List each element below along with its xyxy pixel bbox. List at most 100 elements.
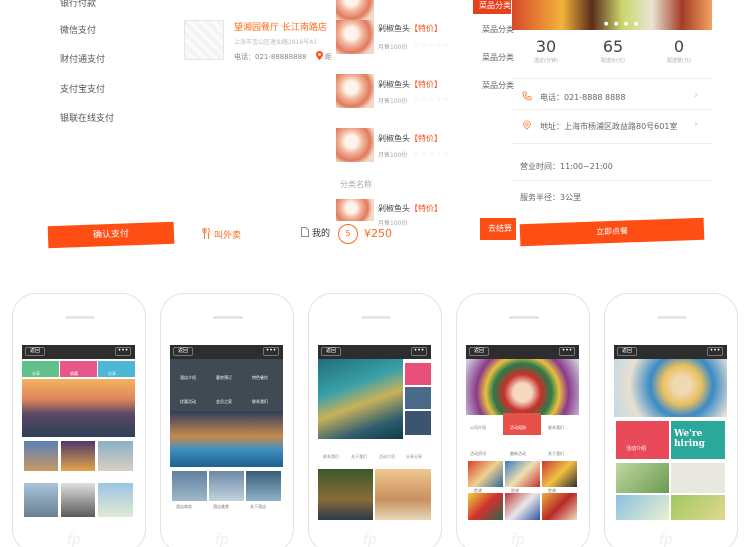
photo-tile[interactable] (209, 471, 244, 501)
grid-label[interactable]: 关于我们 (548, 451, 564, 457)
fork-knife-icon (202, 227, 210, 239)
photo-tile[interactable] (616, 495, 669, 520)
mine-link[interactable]: 我的 (301, 226, 330, 239)
grid-label[interactable]: 公司介绍 (470, 425, 486, 431)
highlight-tile[interactable] (503, 413, 541, 435)
dish-image[interactable] (336, 0, 374, 20)
dish-sales: 月售100份 (378, 98, 408, 105)
grid-label[interactable]: 优惠活动 (180, 399, 196, 405)
more-button[interactable]: ••• (559, 347, 575, 356)
photo-tile[interactable] (505, 461, 540, 487)
grid-label[interactable]: 活动资讯 (470, 451, 486, 457)
shop-name[interactable]: 望湘园餐厅 长江南路店 (234, 20, 327, 33)
resort-photo[interactable] (22, 379, 135, 437)
payment-item-partial[interactable]: 银行付款 (60, 0, 96, 9)
dish-image[interactable] (336, 128, 374, 162)
dish-title[interactable]: 剁椒鱼头【特价】 (378, 203, 442, 214)
grid-label[interactable]: 最新活动 (510, 451, 526, 457)
photo-tile[interactable] (468, 493, 503, 520)
hotel-pool-photo[interactable] (170, 411, 283, 467)
side-tile[interactable] (405, 363, 431, 385)
grid-label[interactable]: 酒店介绍 (180, 375, 196, 381)
dish-image[interactable] (336, 20, 374, 54)
cart-count-badge[interactable]: 5 (338, 224, 358, 244)
photo-tile[interactable] (246, 471, 281, 501)
location-icon (523, 120, 531, 130)
more-button[interactable]: ••• (115, 347, 131, 356)
photo-tile[interactable] (542, 493, 577, 520)
store-phone[interactable]: 电话：021-8888 8888 (540, 92, 625, 103)
side-tile[interactable] (405, 387, 431, 409)
photo-tile[interactable] (671, 463, 725, 493)
photo-tile[interactable] (468, 461, 503, 487)
dish-image[interactable] (336, 199, 374, 221)
tile-caption[interactable]: 联系我们 (323, 454, 339, 460)
back-button[interactable]: 返回 (25, 347, 45, 356)
payment-unionpay[interactable]: 银联在线支付 (60, 111, 114, 124)
store-address[interactable]: 地址：上海市杨浦区政益路80号601室 (540, 121, 677, 132)
grid-label[interactable]: 会员之家 (216, 399, 232, 405)
grid-label[interactable]: 特色餐饮 (252, 375, 268, 381)
order-takeout-link[interactable]: 叫外卖 (202, 227, 241, 241)
carousel-dots[interactable]: ● ● ● ● (604, 21, 640, 27)
activity-tile[interactable] (616, 421, 669, 459)
stat-delivery-time-label: 送达(分钟) (534, 58, 558, 64)
back-button[interactable]: 返回 (321, 347, 341, 356)
grid-label[interactable]: 联系我们 (252, 399, 268, 405)
shop-phone[interactable]: 电话：021-88888888 (234, 52, 307, 62)
category-item[interactable]: 菜品分类 (482, 52, 514, 63)
tile-caption[interactable]: 活动介绍 (379, 454, 395, 460)
payment-wechat[interactable]: 微信支付 (60, 23, 96, 36)
grid-label[interactable]: 客房预订 (216, 375, 232, 381)
photo-tile[interactable] (24, 441, 58, 471)
photo-tile[interactable] (375, 469, 431, 520)
more-button[interactable]: ••• (707, 347, 723, 356)
grid-label[interactable]: 联系我们 (548, 425, 564, 431)
tile-caption[interactable]: 分享分享 (406, 454, 422, 460)
dish-title[interactable]: 剁椒鱼头【特价】 (378, 23, 442, 34)
tab-tile[interactable] (60, 361, 97, 377)
photo-tile[interactable] (318, 469, 373, 520)
order-now-button[interactable]: 立即点餐 (519, 217, 705, 247)
distance-label: 距 (325, 53, 332, 61)
opera-mask-photo[interactable] (466, 359, 579, 415)
photo-tile[interactable] (616, 463, 669, 493)
back-button[interactable]: 返回 (173, 347, 193, 356)
checkout-button[interactable]: 去结算 (480, 218, 516, 240)
phone-speaker (213, 316, 243, 319)
stat-min-price-label: 配送价(元) (601, 58, 625, 64)
tile-caption[interactable]: 关于我们 (351, 454, 367, 460)
tab-tile[interactable] (98, 361, 135, 377)
dish-title[interactable]: 剁椒鱼头【特价】 (378, 79, 442, 90)
photo-tile[interactable] (542, 461, 577, 487)
photo-tile[interactable] (98, 483, 133, 517)
photo-tile[interactable] (61, 441, 95, 471)
more-button[interactable]: ••• (263, 347, 279, 356)
tab-tile[interactable] (22, 361, 59, 377)
grid-label[interactable]: 活动相册 (510, 425, 526, 431)
shop-address: 上海市宝山区逸仙路2816号A1 (234, 39, 318, 46)
confirm-pay-button[interactable]: 确认支付 (47, 221, 175, 249)
photo-tile[interactable] (24, 483, 58, 517)
payment-tenpay[interactable]: 财付通支付 (60, 52, 105, 65)
photo-tile[interactable] (505, 493, 540, 520)
photo-tile[interactable] (172, 471, 207, 501)
underwater-photo[interactable] (318, 359, 403, 439)
category-tab-active[interactable]: 菜品分类 (473, 0, 511, 14)
dish-title[interactable]: 剁椒鱼头【特价】 (378, 133, 442, 144)
dish-image[interactable] (336, 74, 374, 108)
photo-tile[interactable] (671, 495, 725, 520)
shop-thumbnail (184, 20, 224, 60)
more-button[interactable]: ••• (411, 347, 427, 356)
category-item[interactable]: 菜品分类 (482, 80, 514, 91)
collage-canvas: 银行付款 微信支付 财付通支付 支付宝支付 银联在线支付 确认支付 望湘园餐厅 … (0, 0, 750, 547)
payment-alipay[interactable]: 支付宝支付 (60, 82, 105, 95)
back-button[interactable]: 返回 (469, 347, 489, 356)
category-item[interactable]: 菜品分类 (482, 24, 514, 35)
back-button[interactable]: 返回 (617, 347, 637, 356)
photo-tile[interactable] (61, 483, 95, 517)
phone-screen: 返回 ••• 酒店介绍 客房预订 特色餐饮 优惠活动 会员之家 联系我们 酒店商… (170, 345, 283, 520)
hero-photo[interactable] (614, 359, 727, 417)
side-tile[interactable] (405, 411, 431, 435)
photo-tile[interactable] (98, 441, 133, 471)
